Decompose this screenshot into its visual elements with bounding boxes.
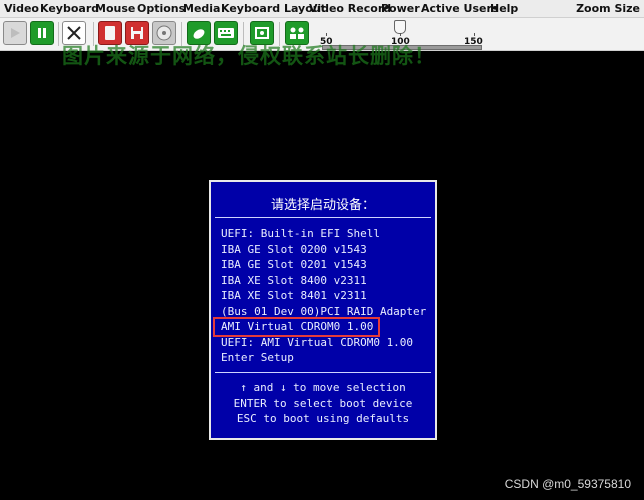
boot-item-raid-adapter[interactable]: (Bus 01 Dev 00)PCI RAID Adapter: [221, 304, 426, 320]
zoom-tick: [400, 33, 401, 36]
menu-help[interactable]: Help: [490, 2, 518, 15]
boot-item-iba-xe-8400[interactable]: IBA XE Slot 8400 v2311: [221, 273, 426, 289]
boot-item-iba-ge-0201[interactable]: IBA GE Slot 0201 v1543: [221, 257, 426, 273]
pause-button[interactable]: [30, 21, 54, 45]
play-icon: [11, 28, 20, 38]
boot-item-ami-cdrom-selected[interactable]: AMI Virtual CDROM0 1.00: [213, 317, 380, 337]
save-icon: [131, 27, 143, 39]
menu-video[interactable]: Video: [4, 2, 39, 15]
title-divider: [215, 217, 431, 218]
dialog-title: 请选择启动设备：: [270, 198, 375, 213]
help-line-esc: ESC to boot using defaults: [236, 412, 410, 425]
record-icon: [105, 26, 115, 40]
help-line-move: ↑ and ↓ to move selection: [240, 381, 406, 394]
keyboard-icon: [218, 28, 234, 38]
menu-mouse[interactable]: Mouse: [95, 2, 135, 15]
zoom-tick: [326, 33, 327, 36]
zoom-label-max: 150: [464, 37, 483, 47]
boot-item-enter-setup[interactable]: Enter Setup: [221, 350, 426, 366]
credit-watermark: CSDN @m0_59375810: [504, 477, 631, 491]
menu-bar: Video Keyboard Mouse Options Media Keybo…: [0, 0, 644, 18]
toolbar-separator: [58, 22, 59, 46]
zoom-size-label: Zoom Size: [576, 2, 640, 15]
fullscreen-icon: [67, 26, 81, 40]
watermark-text: 图片来源于网络，侵权联系站长删除！: [62, 44, 436, 68]
menu-media[interactable]: Media: [183, 2, 220, 15]
cd-icon: [156, 25, 172, 41]
menu-keyboard[interactable]: Keyboard: [40, 2, 99, 15]
boot-item-iba-ge-0200[interactable]: IBA GE Slot 0200 v1543: [221, 242, 426, 258]
menu-power[interactable]: Power: [381, 2, 420, 15]
virtual-media-icon: [255, 27, 269, 39]
menu-options[interactable]: Options: [137, 2, 185, 15]
boot-item-efi-shell[interactable]: UEFI: Built-in EFI Shell: [221, 226, 426, 242]
boot-device-dialog: 请选择启动设备： UEFI: Built-in EFI Shell IBA GE…: [209, 180, 437, 440]
menu-active-users[interactable]: Active Users: [421, 2, 498, 15]
menu-video-record[interactable]: Video Record: [309, 2, 391, 15]
help-divider: [215, 372, 431, 373]
boot-device-list: UEFI: Built-in EFI Shell IBA GE Slot 020…: [213, 226, 426, 366]
help-text: ↑ and ↓ to move selection ENTER to selec…: [211, 380, 435, 427]
mouse-icon: [193, 29, 205, 39]
zoom-tick: [474, 33, 475, 36]
users-icon: [290, 27, 304, 39]
boot-item-iba-xe-8401[interactable]: IBA XE Slot 8401 v2311: [221, 288, 426, 304]
boot-item-uefi-ami-cdrom[interactable]: UEFI: AMI Virtual CDROM0 1.00: [221, 335, 426, 351]
help-line-enter: ENTER to select boot device: [233, 396, 413, 410]
zoom-slider-thumb[interactable]: [394, 20, 406, 34]
play-button[interactable]: [3, 21, 27, 45]
pause-icon: [38, 28, 46, 38]
